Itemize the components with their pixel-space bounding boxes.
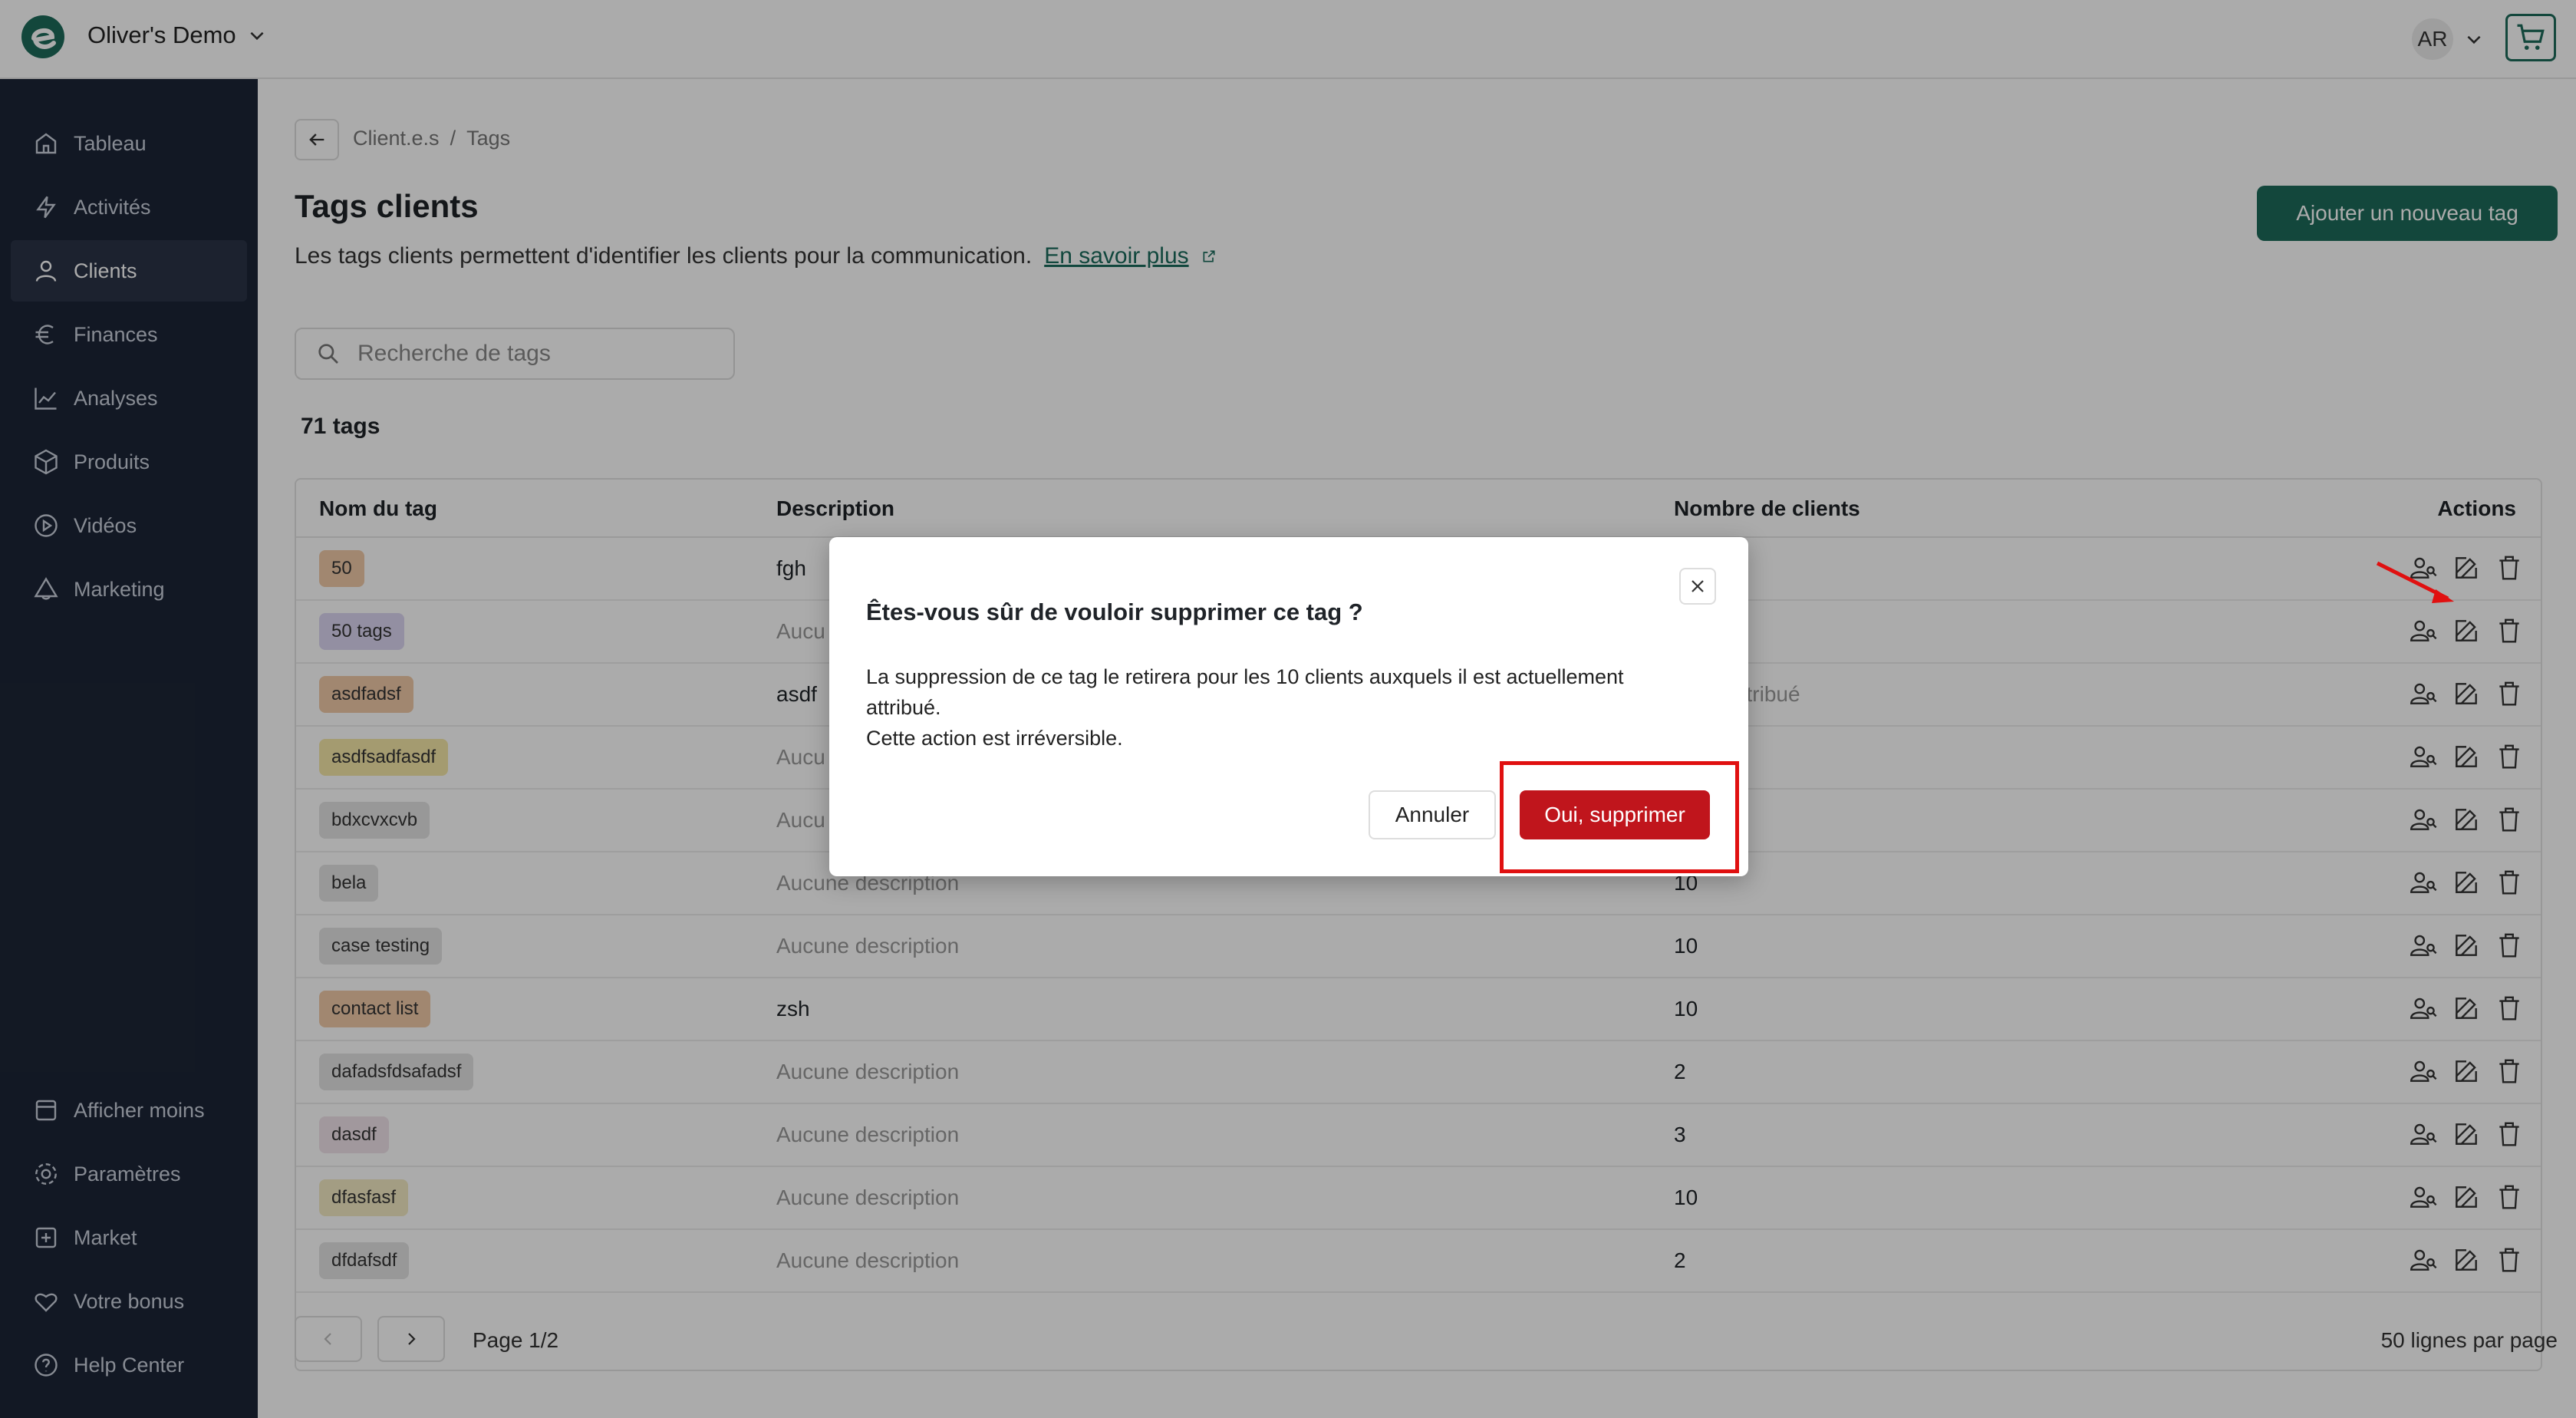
close-button[interactable] xyxy=(1679,568,1716,605)
dialog-body-line: attribué. xyxy=(866,696,941,719)
cancel-button[interactable]: Annuler xyxy=(1369,790,1496,839)
dialog-body-line: Cette action est irréversible. xyxy=(866,727,1123,750)
dialog-body: La suppression de ce tag le retirera pou… xyxy=(866,661,1679,754)
annotation-highlight-box xyxy=(1500,761,1739,873)
dialog-body-line: La suppression de ce tag le retirera pou… xyxy=(866,665,1624,688)
annotation-arrow-icon xyxy=(2376,561,2454,603)
dialog-title: Êtes-vous sûr de vouloir supprimer ce ta… xyxy=(866,599,1363,625)
close-icon xyxy=(1692,580,1704,592)
